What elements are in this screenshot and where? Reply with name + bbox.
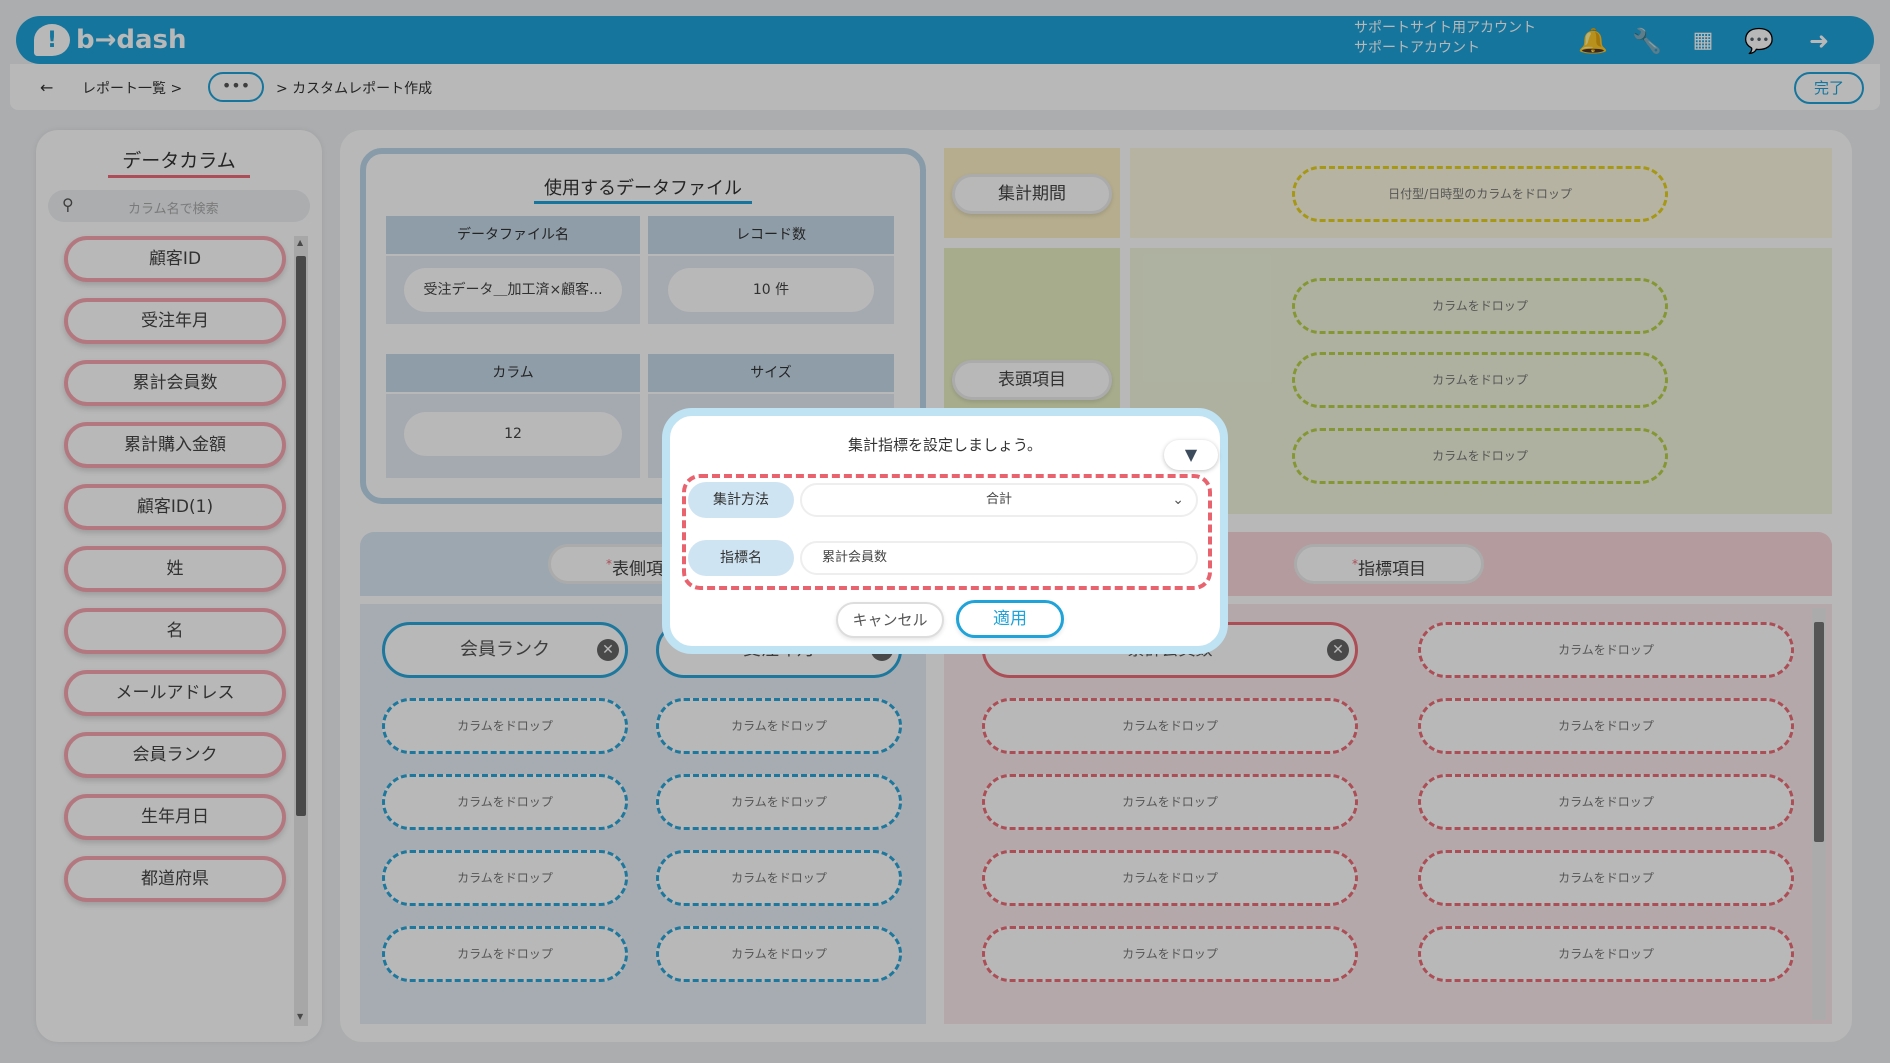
metric-settings-dialog: 集計指標を設定しましょう。 ▼ 集計方法 合計 ⌄ 指標名 累計会員数 キャンセ… <box>662 408 1228 654</box>
apply-button[interactable]: 適用 <box>956 600 1064 638</box>
aggregation-method-value: 合計 <box>985 492 1012 507</box>
cancel-button[interactable]: キャンセル <box>836 602 944 638</box>
aggregation-method-select[interactable]: 合計 ⌄ <box>800 483 1198 517</box>
dialog-title: 集計指標を設定しましょう。 <box>847 436 1043 454</box>
beginner-help-icon[interactable]: ▼ <box>1164 440 1218 470</box>
metric-name-label: 指標名 <box>688 540 794 576</box>
chevron-down-icon: ⌄ <box>1172 492 1184 508</box>
aggregation-method-label: 集計方法 <box>688 482 794 518</box>
highlight-frame: 集計方法 合計 ⌄ 指標名 累計会員数 <box>682 474 1212 590</box>
metric-name-input[interactable]: 累計会員数 <box>800 541 1198 575</box>
